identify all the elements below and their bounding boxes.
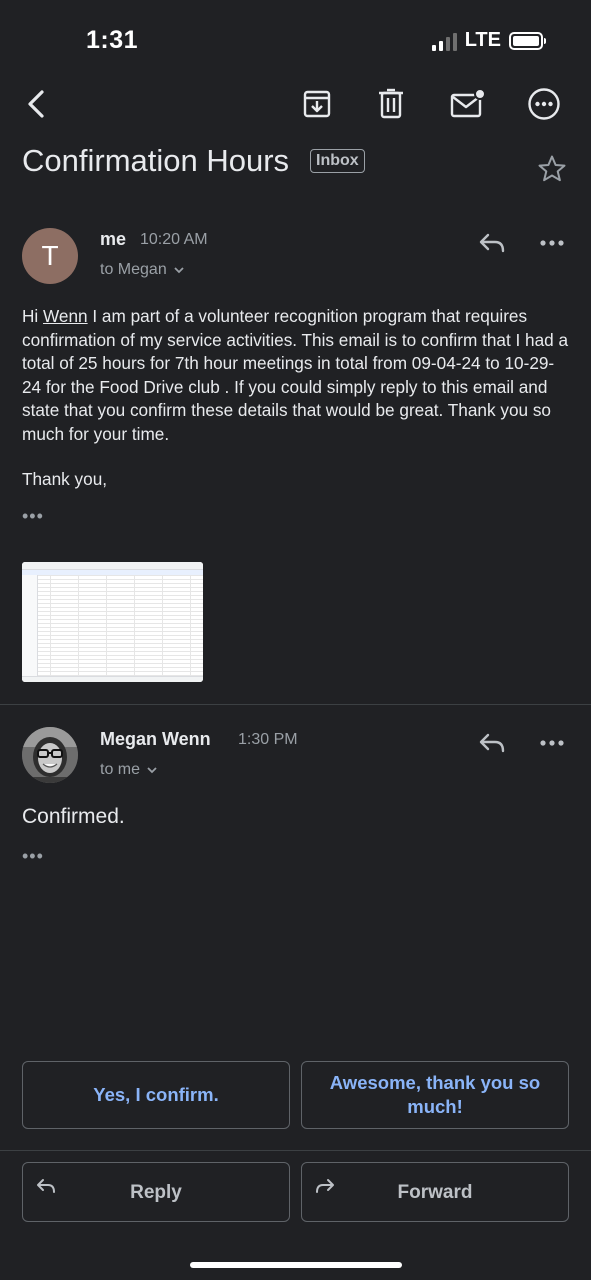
chevron-down-icon xyxy=(174,267,184,274)
sender-name: Megan Wenn xyxy=(100,729,211,749)
message-divider xyxy=(0,704,591,705)
label-badge[interactable]: Inbox xyxy=(310,149,365,173)
body-prefix: Hi xyxy=(22,306,44,326)
reply-button[interactable]: Reply xyxy=(22,1162,290,1222)
attachment-thumbnail[interactable] xyxy=(22,562,203,682)
network-label: LTE xyxy=(464,29,501,51)
actions-divider xyxy=(0,1150,591,1151)
message-body: Confirmed. xyxy=(22,805,125,828)
delete-button[interactable] xyxy=(371,84,411,124)
more-horizontal-icon xyxy=(540,740,564,746)
recipient-details[interactable]: to Megan xyxy=(100,261,185,279)
person-photo-icon xyxy=(22,727,78,783)
body-link[interactable]: Wenn xyxy=(43,306,88,326)
more-horizontal-icon xyxy=(540,240,564,246)
status-indicators: LTE xyxy=(431,29,546,52)
signal-icon xyxy=(431,31,457,51)
archive-icon xyxy=(303,90,331,118)
trash-icon xyxy=(379,88,403,119)
more-options-button[interactable] xyxy=(524,84,564,124)
body-rest: I am part of a volunteer recognition pro… xyxy=(22,306,569,444)
email-subject: Confirmation Hours xyxy=(22,143,290,178)
show-trimmed-button[interactable]: ••• xyxy=(22,847,44,865)
thumbnail-grid xyxy=(22,575,203,676)
mark-unread-button[interactable] xyxy=(447,84,487,124)
archive-button[interactable] xyxy=(297,84,337,124)
sender-name: me xyxy=(100,229,127,249)
star-icon xyxy=(538,155,566,182)
reply-label: Reply xyxy=(130,1182,182,1203)
more-circle-icon xyxy=(528,88,560,120)
message-time: 10:20 AM xyxy=(140,231,208,248)
message-time: 1:30 PM xyxy=(238,731,298,748)
forward-label: Forward xyxy=(397,1182,473,1203)
message-body: Hi Wenn I am part of a volunteer recogni… xyxy=(22,305,570,446)
star-button[interactable] xyxy=(537,154,567,189)
message-more-button[interactable] xyxy=(534,728,570,758)
thumbnail-toolbar xyxy=(22,562,203,570)
chevron-down-icon xyxy=(147,767,157,774)
forward-button[interactable]: Forward xyxy=(301,1162,569,1222)
recipient-label: to me xyxy=(100,761,141,778)
message-more-button[interactable] xyxy=(534,228,570,258)
back-button[interactable] xyxy=(16,84,56,124)
recipient-label: to Megan xyxy=(100,261,167,278)
reply-icon xyxy=(479,733,505,753)
reply-icon xyxy=(479,233,505,253)
email-thread-screen: 1:31 LTE Confirmation Hours Inbox T me 1… xyxy=(0,0,591,1280)
thumbnail-row-header xyxy=(22,575,38,676)
battery-icon xyxy=(509,31,546,50)
smart-reply-button[interactable]: Awesome, thank you so much! xyxy=(301,1061,569,1129)
mail-unread-icon xyxy=(450,89,485,118)
smart-reply-button[interactable]: Yes, I confirm. xyxy=(22,1061,290,1129)
recipient-details[interactable]: to me xyxy=(100,761,158,779)
home-indicator[interactable] xyxy=(190,1262,402,1268)
sender-avatar-photo[interactable] xyxy=(22,727,78,783)
chevron-left-icon xyxy=(28,90,44,118)
reply-message-button[interactable] xyxy=(474,228,510,258)
thumbnail-sheet-tabs xyxy=(22,676,203,682)
sender-avatar[interactable]: T xyxy=(22,228,78,284)
reply-message-button[interactable] xyxy=(474,728,510,758)
status-time: 1:31 xyxy=(86,26,139,54)
message-signoff: Thank you, xyxy=(22,469,108,489)
show-trimmed-button[interactable]: ••• xyxy=(22,507,44,525)
